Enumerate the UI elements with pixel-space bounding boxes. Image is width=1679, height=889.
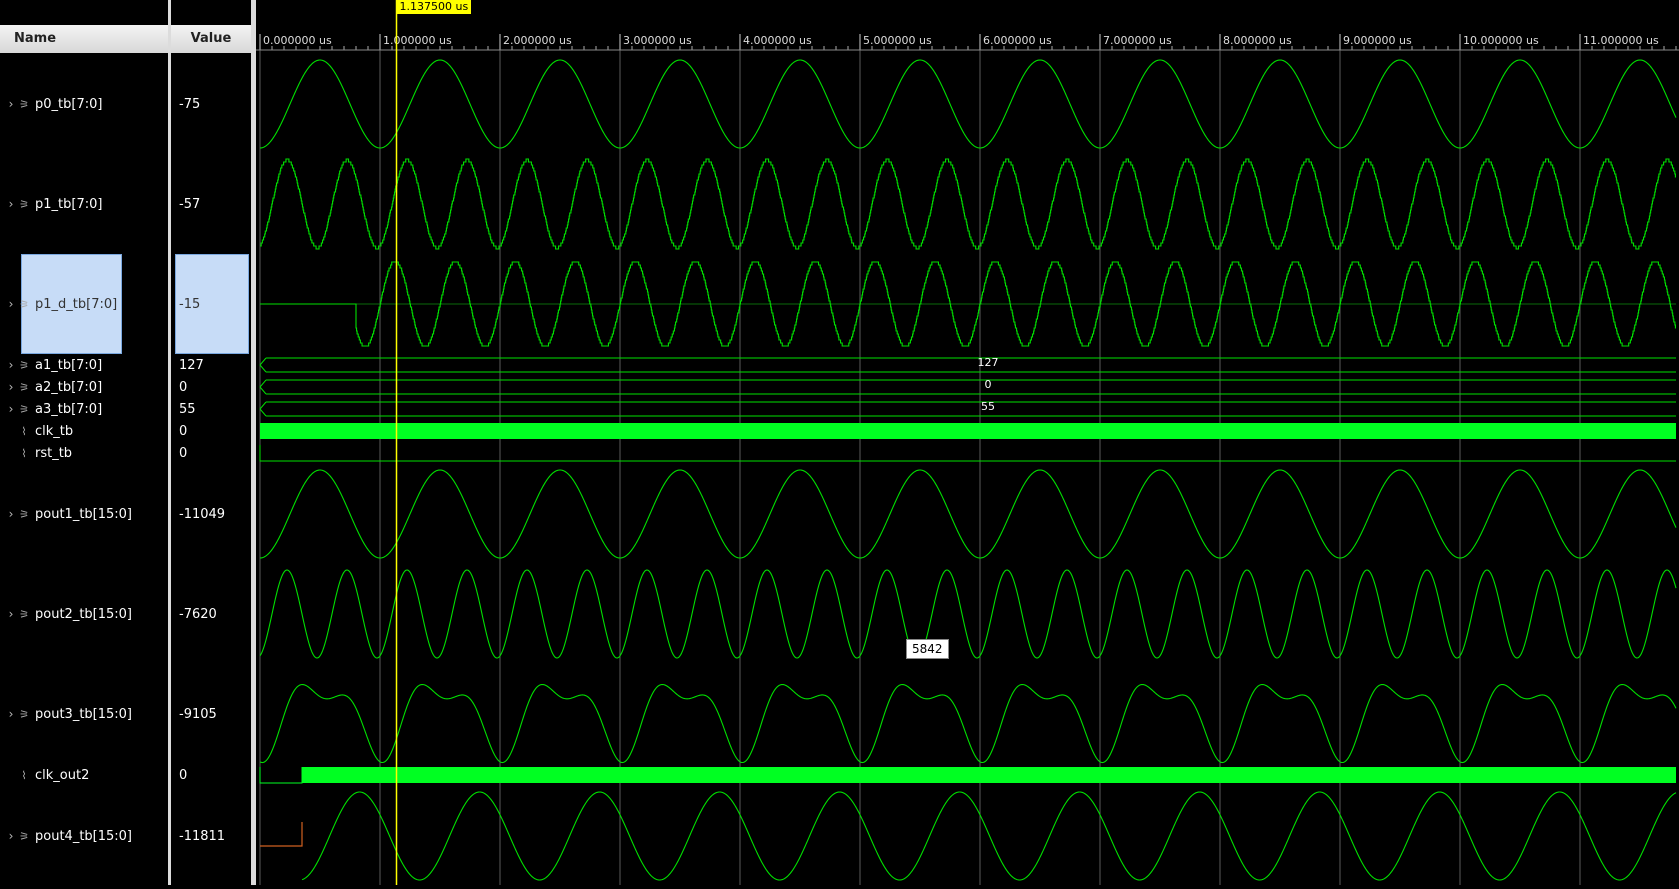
time-tick-label: 9.000000 us bbox=[1343, 34, 1412, 47]
bus-signal-icon: ⚞ bbox=[19, 607, 29, 621]
time-tick-label: 3.000000 us bbox=[623, 34, 692, 47]
signal-name: pout1_tb[15:0] bbox=[35, 506, 132, 522]
clock-trace bbox=[302, 767, 1676, 783]
signal-row[interactable]: › ⚞ p1_tb[7:0] bbox=[0, 194, 103, 214]
chevron-right-icon[interactable]: › bbox=[5, 829, 17, 843]
bus-signal-icon: ⚞ bbox=[19, 707, 29, 721]
signal-value: 0 bbox=[179, 767, 188, 783]
waveform-area[interactable]: 0.000000 us 1.000000 us 2.000000 us 3.00000… bbox=[256, 0, 1679, 885]
bus-signal-icon: ⚞ bbox=[19, 297, 29, 311]
wire-signal-icon: ⌇ bbox=[21, 446, 27, 460]
analog-waveform-trace bbox=[301, 791, 1677, 881]
signal-value: 127 bbox=[179, 357, 204, 373]
signal-value: 0 bbox=[179, 423, 188, 439]
reset-low-trace bbox=[259, 445, 1676, 462]
bus-value-trace bbox=[259, 379, 1676, 395]
analog-waveform-trace bbox=[260, 158, 1676, 250]
bus-signal-icon: ⚞ bbox=[19, 507, 29, 521]
bus-signal-icon: ⚞ bbox=[19, 197, 29, 211]
signal-row[interactable]: ⌇ rst_tb bbox=[0, 443, 72, 463]
signal-row[interactable]: › ⚞ p1_d_tb[7:0] bbox=[0, 294, 118, 314]
signal-name: p1_tb[7:0] bbox=[35, 196, 103, 212]
clock-trace bbox=[260, 423, 1676, 439]
chevron-right-icon[interactable]: › bbox=[5, 97, 17, 111]
signal-value: -7620 bbox=[179, 606, 217, 622]
signal-name: clk_out2 bbox=[35, 767, 90, 783]
signal-value: -75 bbox=[179, 96, 201, 112]
signal-row[interactable]: › ⚞ a3_tb[7:0] bbox=[0, 399, 103, 419]
chevron-right-icon[interactable]: › bbox=[5, 402, 17, 416]
signal-value: -15 bbox=[179, 296, 201, 312]
signal-value: -11049 bbox=[179, 506, 226, 522]
chevron-right-icon[interactable]: › bbox=[5, 197, 17, 211]
time-tick-label: 0.000000 us bbox=[263, 34, 332, 47]
clock-startup-trace bbox=[259, 767, 303, 784]
signal-name: a2_tb[7:0] bbox=[35, 379, 103, 395]
time-tick-label: 10.000000 us bbox=[1463, 34, 1539, 47]
chevron-right-icon[interactable]: › bbox=[5, 380, 17, 394]
bus-value-label: 0 bbox=[985, 378, 992, 391]
time-tick-label: 6.000000 us bbox=[983, 34, 1052, 47]
signal-value: 0 bbox=[179, 379, 188, 395]
bus-value-trace bbox=[259, 401, 1676, 417]
time-tick-label: 5.000000 us bbox=[863, 34, 932, 47]
analog-waveform-trace bbox=[259, 569, 1677, 659]
bus-signal-icon: ⚞ bbox=[19, 380, 29, 394]
name-column: Name › ⚞ p0_tb[7:0] › ⚞ p1_tb[7:0] › ⚞ p1_d_tb[7… bbox=[0, 0, 168, 885]
signal-row[interactable]: › ⚞ pout3_tb[15:0] bbox=[0, 704, 132, 724]
signal-name: pout4_tb[15:0] bbox=[35, 828, 132, 844]
time-tick-label: 4.000000 us bbox=[743, 34, 812, 47]
bus-value-label: 55 bbox=[981, 400, 995, 413]
wire-signal-icon: ⌇ bbox=[21, 768, 27, 782]
signal-row[interactable]: › ⚞ a2_tb[7:0] bbox=[0, 377, 103, 397]
signal-row[interactable]: › ⚞ pout4_tb[15:0] bbox=[0, 826, 132, 846]
time-tick-label: 11.000000 us bbox=[1583, 34, 1659, 47]
signal-row[interactable]: › ⚞ pout2_tb[15:0] bbox=[0, 604, 132, 624]
name-column-header[interactable]: Name bbox=[0, 25, 168, 53]
reset-stub-trace bbox=[260, 822, 303, 847]
bus-signal-icon: ⚞ bbox=[19, 97, 29, 111]
bus-signal-icon: ⚞ bbox=[19, 358, 29, 372]
cursor-time-label[interactable]: 1.137500 us bbox=[396, 0, 472, 14]
bus-value-label: 127 bbox=[978, 356, 999, 369]
time-tick-label: 7.000000 us bbox=[1103, 34, 1172, 47]
bus-signal-icon: ⚞ bbox=[19, 402, 29, 416]
chevron-right-icon[interactable]: › bbox=[5, 358, 17, 372]
signal-row[interactable]: ⌇ clk_tb bbox=[0, 421, 73, 441]
value-tooltip: 5842 bbox=[906, 639, 949, 659]
bus-signal-icon: ⚞ bbox=[19, 829, 29, 843]
signal-name: p1_d_tb[7:0] bbox=[35, 296, 118, 312]
signal-value: -9105 bbox=[179, 706, 217, 722]
chevron-right-icon[interactable]: › bbox=[5, 507, 17, 521]
time-tick-label: 2.000000 us bbox=[503, 34, 572, 47]
analog-waveform-trace bbox=[259, 683, 1677, 764]
analog-waveform-trace bbox=[259, 59, 1677, 149]
chevron-right-icon[interactable]: › bbox=[5, 607, 17, 621]
signal-value: 55 bbox=[179, 401, 196, 417]
chevron-right-icon[interactable]: › bbox=[5, 707, 17, 721]
signal-row[interactable]: ⌇ clk_out2 bbox=[0, 765, 89, 785]
signal-name: pout2_tb[15:0] bbox=[35, 606, 132, 622]
time-tick-label: 1.000000 us bbox=[383, 34, 452, 47]
chevron-right-icon[interactable]: › bbox=[5, 297, 17, 311]
signal-name: a3_tb[7:0] bbox=[35, 401, 103, 417]
value-column-header[interactable]: Value bbox=[171, 25, 251, 53]
signal-name: a1_tb[7:0] bbox=[35, 357, 103, 373]
signal-value: -57 bbox=[179, 196, 201, 212]
signal-row[interactable]: › ⚞ pout1_tb[15:0] bbox=[0, 504, 132, 524]
signal-value: -11811 bbox=[179, 828, 226, 844]
value-column: Value -75 -57 -15 127 0 55 0 0 -11049 -7620 -9105 0… bbox=[171, 0, 251, 885]
signal-row[interactable]: › ⚞ a1_tb[7:0] bbox=[0, 355, 103, 375]
analog-waveform-trace bbox=[259, 469, 1677, 559]
bus-value-trace bbox=[259, 357, 1676, 373]
time-tick-label: 8.000000 us bbox=[1223, 34, 1292, 47]
signal-name: p0_tb[7:0] bbox=[35, 96, 103, 112]
signal-name: clk_tb bbox=[35, 423, 74, 439]
signal-name: pout3_tb[15:0] bbox=[35, 706, 132, 722]
waveform-canvas[interactable]: 0.000000 us 1.000000 us 2.000000 us 3.00000… bbox=[256, 0, 1679, 885]
wire-signal-icon: ⌇ bbox=[21, 424, 27, 438]
signal-row[interactable]: › ⚞ p0_tb[7:0] bbox=[0, 94, 103, 114]
signal-value: 0 bbox=[179, 445, 188, 461]
signal-name: rst_tb bbox=[35, 445, 73, 461]
